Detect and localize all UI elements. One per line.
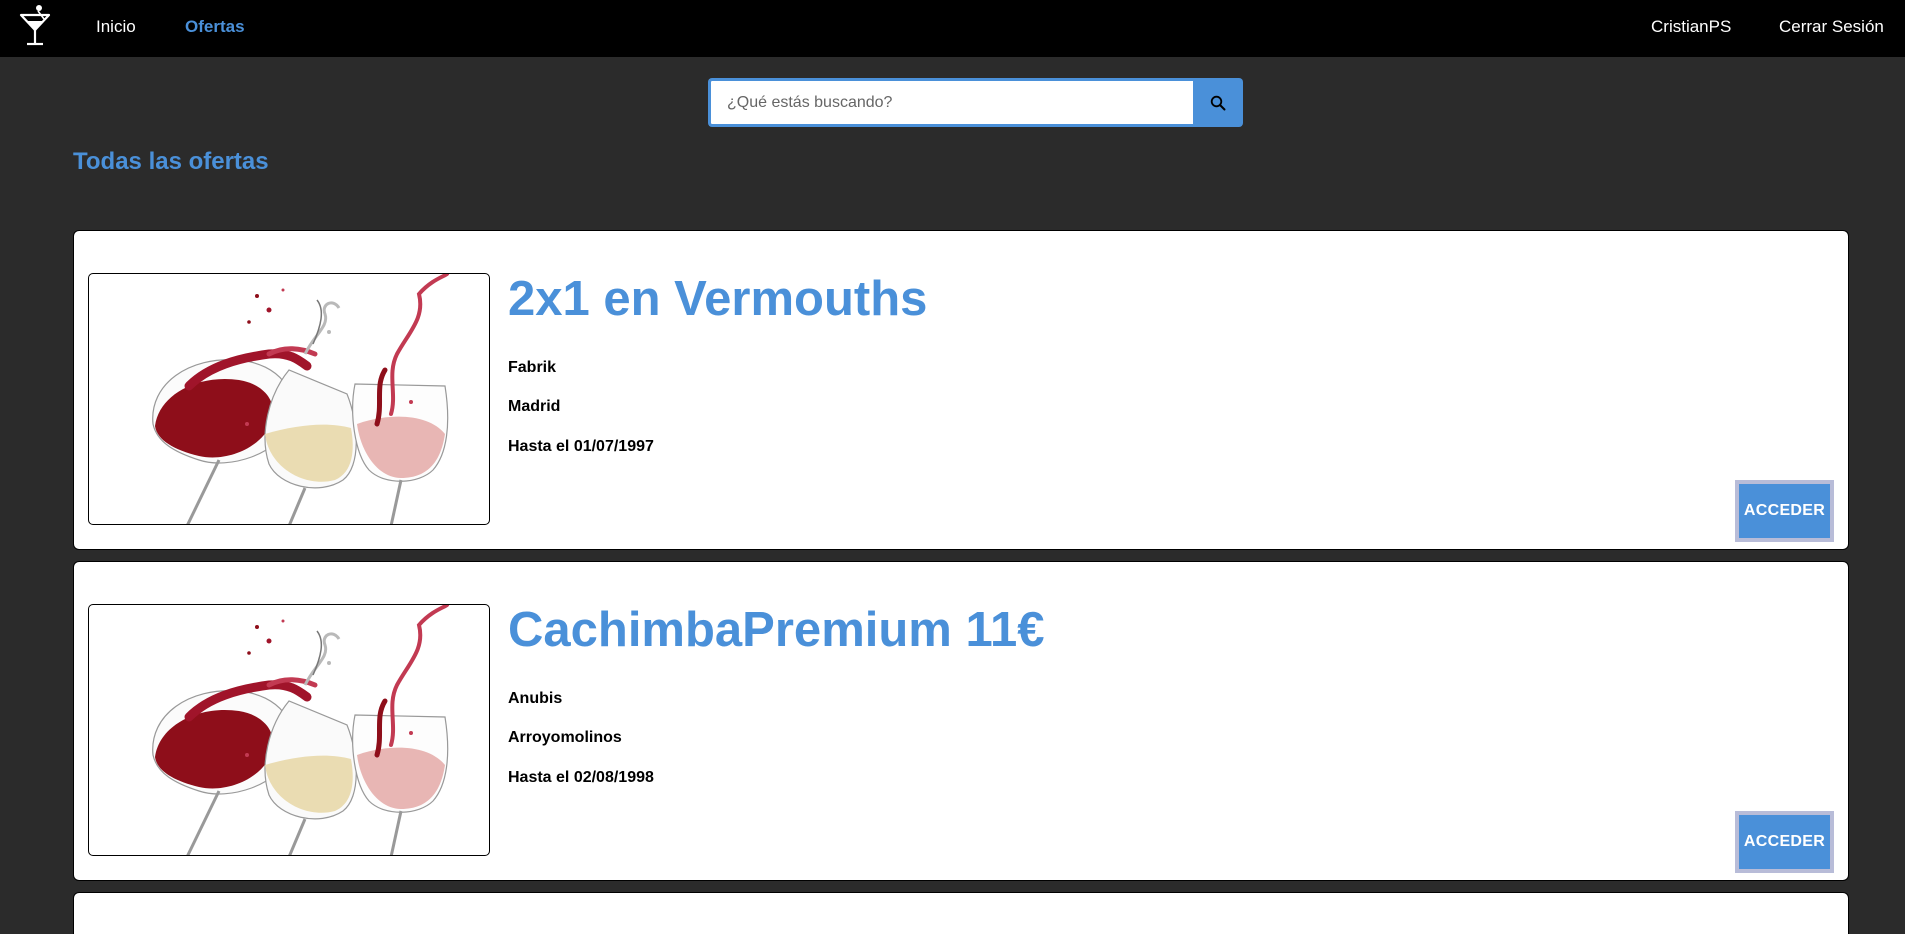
nav-link-ofertas[interactable]: Ofertas: [185, 17, 245, 37]
access-offer-button[interactable]: ACCEDER: [1735, 480, 1834, 542]
offer-city: Arroyomolinos: [508, 729, 622, 746]
search-icon: [1210, 95, 1226, 110]
nav-user-profile[interactable]: CristianPS: [1651, 17, 1731, 37]
wine-glasses-splash-image: [89, 274, 489, 524]
access-offer-button[interactable]: ACCEDER: [1735, 811, 1834, 873]
offer-expiry: Hasta el 01/07/1997: [508, 438, 654, 455]
nav-link-inicio[interactable]: Inicio: [96, 17, 136, 37]
offer-city: Madrid: [508, 398, 561, 415]
offer-venue: Fabrik: [508, 359, 557, 376]
offer-card: 2x1 en Vermouths Fabrik Madrid Hasta el …: [73, 230, 1849, 550]
offer-title: CachimbaPremium 11€: [508, 603, 1045, 657]
top-navbar: Inicio Ofertas CristianPS Cerrar Sesión: [0, 0, 1905, 57]
offer-title: 2x1 en Vermouths: [508, 272, 928, 326]
search-input[interactable]: [708, 78, 1193, 127]
offer-card: CachimbaPremium 11€ Anubis Arroyomolinos…: [73, 561, 1849, 881]
offer-card: [73, 892, 1849, 934]
search-button[interactable]: [1193, 78, 1243, 127]
offer-image: [88, 273, 490, 525]
section-title: Todas las ofertas: [73, 148, 269, 175]
offer-venue: Anubis: [508, 690, 563, 707]
wine-glasses-splash-image: [89, 605, 489, 855]
logout-link[interactable]: Cerrar Sesión: [1779, 17, 1884, 37]
offer-expiry: Hasta el 02/08/1998: [508, 769, 654, 786]
offer-image: [88, 604, 490, 856]
search-bar: [708, 78, 1243, 127]
cocktail-glass-icon[interactable]: [18, 4, 52, 46]
